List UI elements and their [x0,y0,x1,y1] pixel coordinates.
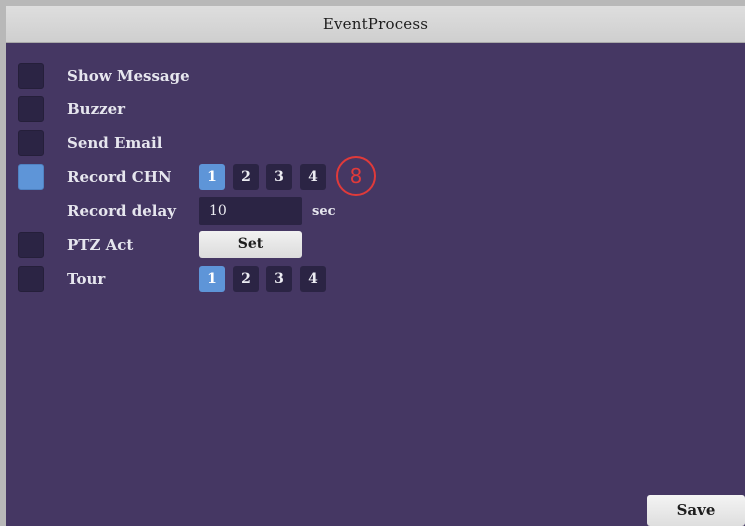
record-chn-2-button[interactable]: 2 [233,164,259,190]
row-ptz-act: PTZ Act Set [6,231,745,260]
send-email-label: Send Email [67,134,163,152]
row-show-message: Show Message [6,63,745,91]
record-chn-checkbox[interactable] [18,164,44,190]
ptz-act-checkbox[interactable] [18,232,44,258]
tour-label: Tour [67,270,106,288]
row-record-chn: Record CHN 1 2 3 4 8 [6,156,745,196]
row-buzzer: Buzzer [6,96,745,124]
record-delay-unit: sec [312,204,336,219]
record-chn-label: Record CHN [67,168,172,186]
window-frame: EventProcess Show Message Buzzer Send Em… [0,0,745,526]
record-chn-4-button[interactable]: 4 [300,164,326,190]
ptz-act-label: PTZ Act [67,236,134,254]
row-record-delay: Record delay 10 sec [6,197,745,226]
tour-chn-4-button[interactable]: 4 [300,266,326,292]
send-email-checkbox[interactable] [18,130,44,156]
save-button[interactable]: Save [647,495,745,526]
tour-chn-3-button[interactable]: 3 [266,266,292,292]
record-delay-input[interactable]: 10 [199,197,302,225]
buzzer-label: Buzzer [67,100,126,118]
tour-chn-1-button[interactable]: 1 [199,266,225,292]
window-title: EventProcess [6,6,745,43]
event-process-panel: EventProcess Show Message Buzzer Send Em… [6,6,745,526]
row-tour: Tour 1 2 3 4 [6,266,745,294]
record-delay-label: Record delay [67,202,176,220]
ptz-set-button[interactable]: Set [199,231,302,258]
tour-chn-2-button[interactable]: 2 [233,266,259,292]
record-chn-3-button[interactable]: 3 [266,164,292,190]
tour-checkbox[interactable] [18,266,44,292]
annotation-marker: 8 [336,156,376,196]
buzzer-checkbox[interactable] [18,96,44,122]
record-chn-1-button[interactable]: 1 [199,164,225,190]
show-message-checkbox[interactable] [18,63,44,89]
row-send-email: Send Email [6,130,745,158]
show-message-label: Show Message [67,67,190,85]
